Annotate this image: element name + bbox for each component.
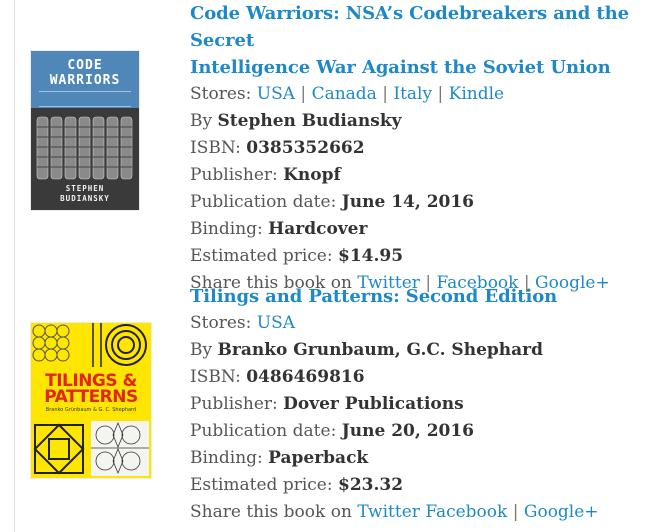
isbn-row: ISBN: 0385352662 — [190, 135, 668, 162]
share-facebook-link[interactable]: Facebook — [425, 502, 507, 522]
publisher-label: Publisher: — [190, 165, 278, 185]
binding-value: Hardcover — [268, 219, 368, 239]
cover-author: STEPHEN BUDIANSKY — [60, 184, 110, 203]
store-link-italy[interactable]: Italy — [393, 84, 432, 104]
publication-date-value: June 14, 2016 — [341, 192, 475, 212]
share-label: Share this book on — [190, 502, 352, 522]
price-value: $14.95 — [338, 246, 404, 266]
isbn-label: ISBN: — [190, 367, 241, 387]
stores-label: Stores: — [190, 313, 252, 333]
binding-row: Binding: Paperback — [190, 445, 599, 472]
binding-label: Binding: — [190, 448, 263, 468]
share-googleplus-link[interactable]: Google+ — [524, 502, 599, 522]
store-link-kindle[interactable]: Kindle — [449, 84, 504, 104]
enigma-rotors-illustration — [36, 116, 133, 180]
book-title-link[interactable]: Code Warriors: NSA’s Codebreakers and th… — [190, 0, 668, 81]
publication-date-row: Publication date: June 20, 2016 — [190, 418, 599, 445]
author-row: By Stephen Budiansky — [190, 108, 668, 135]
book-cover-image[interactable]: CODE WARRIORS STEPHEN BUDIANSKY — [31, 51, 139, 210]
author-value: Stephen Budiansky — [217, 111, 402, 131]
stores-label: Stores: — [190, 84, 252, 104]
cover-title: TILINGS & PATTERNS — [44, 371, 138, 407]
author-label: By — [190, 340, 213, 360]
publisher-label: Publisher: — [190, 394, 278, 414]
book-details: Tilings and Patterns: Second Edition Sto… — [190, 283, 599, 526]
cover-subtitle-band — [39, 91, 131, 107]
publisher-value: Knopf — [283, 165, 341, 185]
book-title-link[interactable]: Tilings and Patterns: Second Edition — [190, 283, 599, 310]
share-row: Share this book on Twitter Facebook | Go… — [190, 499, 599, 526]
separator: | — [382, 84, 388, 104]
publisher-value: Dover Publications — [283, 394, 464, 414]
book-cover-image[interactable]: TILINGS & PATTERNS Branko Grünbaum & G. … — [31, 323, 151, 478]
isbn-label: ISBN: — [190, 138, 241, 158]
book-details: Code Warriors: NSA’s Codebreakers and th… — [190, 0, 668, 297]
author-label: By — [190, 111, 213, 131]
separator: | — [300, 84, 307, 104]
publication-date-label: Publication date: — [190, 192, 337, 212]
stores-row: Stores: USA | Canada | Italy | Kindle — [190, 81, 668, 108]
binding-value: Paperback — [268, 448, 369, 468]
price-row: Estimated price: $23.32 — [190, 472, 599, 499]
publication-date-label: Publication date: — [190, 421, 337, 441]
publisher-row: Publisher: Knopf — [190, 162, 668, 189]
separator: | — [437, 84, 444, 104]
price-label: Estimated price: — [190, 475, 333, 495]
isbn-value: 0385352662 — [246, 138, 365, 158]
separator: | — [512, 502, 519, 522]
stores-row: Stores: USA — [190, 310, 599, 337]
publisher-row: Publisher: Dover Publications — [190, 391, 599, 418]
price-label: Estimated price: — [190, 246, 333, 266]
binding-row: Binding: Hardcover — [190, 216, 668, 243]
store-link-usa[interactable]: USA — [257, 313, 295, 333]
publication-date-row: Publication date: June 14, 2016 — [190, 189, 668, 216]
price-value: $23.32 — [338, 475, 404, 495]
isbn-value: 0486469816 — [246, 367, 365, 387]
binding-label: Binding: — [190, 219, 263, 239]
share-twitter-link[interactable]: Twitter — [357, 502, 420, 522]
isbn-row: ISBN: 0486469816 — [190, 364, 599, 391]
author-value: Branko Grunbaum, G.C. Shephard — [217, 340, 543, 360]
cover-title: CODE WARRIORS — [49, 58, 121, 88]
store-link-usa[interactable]: USA — [257, 84, 295, 104]
store-link-canada[interactable]: Canada — [312, 84, 377, 104]
publication-date-value: June 20, 2016 — [341, 421, 475, 441]
price-row: Estimated price: $14.95 — [190, 243, 668, 270]
left-divider — [14, 0, 15, 532]
cover-authors: Branko Grünbaum & G. C. Shephard — [45, 407, 137, 413]
author-row: By Branko Grunbaum, G.C. Shephard — [190, 337, 599, 364]
